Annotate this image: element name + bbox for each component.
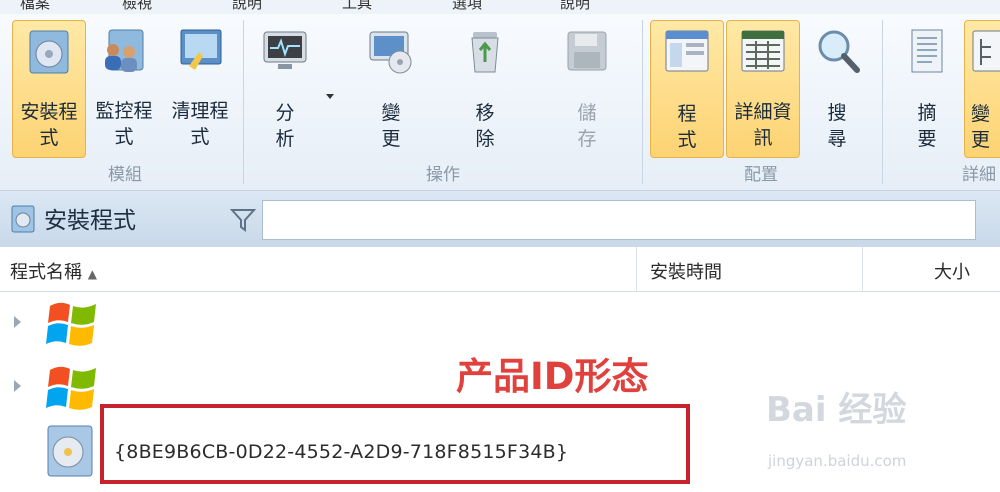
analyze-monitor-icon (263, 31, 307, 69)
expand-arrow-icon[interactable] (14, 316, 21, 328)
analyze-dropdown-arrow[interactable] (326, 94, 334, 99)
floppy-save-icon (567, 31, 607, 71)
summary-label: 摘要 (917, 102, 937, 150)
monitor-button[interactable]: 監控程式 (88, 20, 160, 156)
setup-package-icon (47, 425, 93, 477)
details-view-label: 詳細資訊 (734, 101, 792, 149)
program-view-label: 程式 (677, 103, 697, 151)
details-view-button[interactable]: 詳細資訊 (726, 20, 800, 158)
group-label-actions: 操作 (426, 165, 460, 185)
magnifier-icon (818, 30, 860, 73)
save-label: 儲存 (577, 102, 597, 150)
column-header: 程式名稱 ▲ 安裝時間 大小 (0, 247, 1000, 292)
group-label-modules: 模組 (108, 165, 142, 185)
search-label: 搜尋 (827, 102, 847, 150)
monitor-users-icon (105, 29, 144, 72)
monitor-label: 監控程式 (95, 100, 153, 148)
program-view-button[interactable]: 程式 (650, 20, 724, 158)
filter-funnel-icon[interactable] (230, 207, 256, 233)
tree-view-label: 變更 (971, 103, 991, 151)
change-label: 變更 (381, 102, 401, 150)
cleanup-label: 清理程式 (171, 100, 229, 148)
tree-icon (972, 30, 1000, 72)
menu-item-4[interactable]: 工具 (342, 0, 372, 13)
column-program-name[interactable]: 程式名稱 ▲ (10, 258, 97, 284)
menu-item-5[interactable]: 選項 (452, 0, 482, 13)
change-button[interactable]: 變更 (358, 20, 424, 156)
view-title: 安裝程式 (44, 208, 136, 234)
sort-arrow-icon: ▲ (87, 267, 97, 281)
windows-logo-icon (46, 366, 96, 410)
installer-button[interactable]: 安裝程式 (12, 20, 86, 158)
menu-item-2[interactable]: 檢視 (122, 0, 152, 13)
column-install-time[interactable]: 安裝時間 (650, 258, 722, 284)
column-separator[interactable] (862, 247, 863, 291)
windows-logo-icon (46, 302, 96, 346)
summary-button[interactable]: 摘要 (894, 20, 960, 156)
installer-disc-icon (29, 30, 69, 74)
group-separator (243, 20, 244, 184)
menu-item-3[interactable]: 說明 (232, 0, 262, 13)
view-titlebar: 安裝程式 (0, 191, 1000, 247)
ribbon: 安裝程式 監控程式 清理程式 模組 分析 變 更 移 除 儲 存 操作 程 式 … (0, 14, 1000, 191)
watermark-url: jingyan.baidu.com (768, 452, 907, 470)
menu-item-1[interactable]: 檔案 (20, 0, 50, 13)
installer-disc-icon (11, 205, 35, 233)
installer-label: 安裝程式 (20, 101, 78, 149)
change-disc-icon (369, 31, 412, 74)
program-window-icon (665, 30, 709, 72)
group-label-detail: 詳細 (962, 165, 996, 185)
group-separator (882, 20, 883, 184)
save-button[interactable]: 儲存 (554, 20, 620, 156)
group-separator (642, 20, 643, 184)
remove-button[interactable]: 移除 (452, 20, 518, 156)
product-id-text[interactable]: {8BE9B6CB-0D22-4552-A2D9-718F8515F34B} (114, 441, 568, 463)
tree-view-button[interactable]: 變更 (964, 20, 1000, 158)
analyze-label: 分析 (275, 102, 295, 150)
column-separator[interactable] (636, 247, 637, 291)
annotation-label: 产品ID形态 (456, 355, 649, 398)
recycle-bin-icon (471, 32, 499, 73)
analyze-button[interactable]: 分析 (252, 20, 318, 156)
expand-arrow-icon[interactable] (14, 380, 21, 392)
column-size[interactable]: 大小 (934, 258, 970, 284)
search-button[interactable]: 搜尋 (804, 20, 870, 156)
watermark-brand: Bai 经验 (766, 390, 907, 430)
details-grid-icon (741, 30, 785, 72)
menu-bar: 檔案 檢視 說明 工具 選項 說明 (0, 0, 1000, 14)
remove-label: 移除 (475, 102, 495, 150)
menu-item-6[interactable]: 說明 (560, 0, 590, 13)
cleanup-icon (180, 29, 222, 70)
filter-input[interactable] (262, 200, 976, 240)
group-label-config: 配置 (744, 165, 778, 185)
cleanup-button[interactable]: 清理程式 (164, 20, 236, 156)
summary-doc-icon (911, 29, 943, 73)
